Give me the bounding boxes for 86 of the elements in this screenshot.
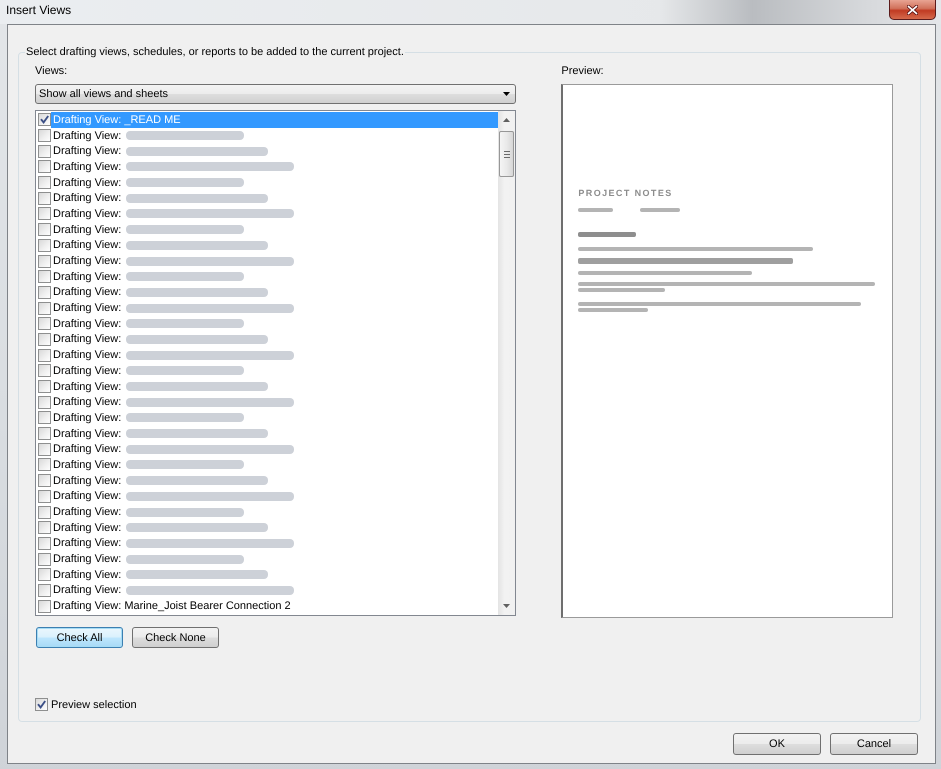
checkbox[interactable] xyxy=(38,521,51,534)
checkbox[interactable] xyxy=(38,176,51,190)
checkbox[interactable] xyxy=(38,144,51,158)
checkbox[interactable] xyxy=(38,568,51,582)
cancel-button[interactable]: Cancel xyxy=(830,733,918,755)
list-item[interactable]: Drafting View: xyxy=(51,410,246,426)
window-title: Insert Views xyxy=(6,2,72,19)
list-item[interactable]: Drafting View: xyxy=(51,472,270,488)
checkbox[interactable] xyxy=(38,506,51,519)
checkbox[interactable] xyxy=(38,317,51,330)
checkbox[interactable] xyxy=(38,270,51,284)
preview-label: Preview: xyxy=(561,64,604,78)
views-filter-dropdown[interactable]: Show all views and sheets xyxy=(35,84,516,104)
checkbox[interactable] xyxy=(38,490,51,503)
list-item[interactable]: Drafting View: xyxy=(51,488,296,504)
list-item[interactable]: Drafting View: xyxy=(51,566,270,583)
list-item[interactable]: Drafting View: xyxy=(51,206,296,222)
checkbox[interactable] xyxy=(38,129,51,142)
list-item[interactable]: Drafting View: Marine_Joist Bearer Connection 2 xyxy=(51,598,293,614)
blurred-text-line xyxy=(578,208,614,212)
checkbox[interactable] xyxy=(38,536,51,550)
up-arrow-icon[interactable] xyxy=(503,118,510,122)
checkbox[interactable] xyxy=(38,396,51,409)
down-arrow-icon[interactable] xyxy=(503,604,510,608)
checkbox[interactable] xyxy=(38,427,51,440)
blurred-heading xyxy=(578,232,636,237)
list-item[interactable]: Drafting View: xyxy=(51,504,246,520)
list-item[interactable]: Drafting View: xyxy=(51,253,296,269)
scrollbar-thumb[interactable] xyxy=(499,131,514,177)
list-item[interactable]: Drafting View: xyxy=(51,268,246,285)
checkbox[interactable] xyxy=(38,302,51,315)
check-button[interactable]: Check All xyxy=(36,627,123,648)
list-item[interactable]: Drafting View: xyxy=(51,159,296,175)
list-item[interactable]: Drafting View: xyxy=(51,426,270,442)
list-item[interactable]: Drafting View: xyxy=(51,441,296,458)
check-button[interactable]: Check None xyxy=(132,627,219,648)
checkbox[interactable] xyxy=(35,698,48,711)
blurred-text-line xyxy=(640,208,680,212)
list-item[interactable]: Drafting View: xyxy=(51,363,246,379)
scrollbar[interactable] xyxy=(498,111,516,615)
list-item[interactable]: Drafting View: xyxy=(51,190,270,206)
checkbox[interactable] xyxy=(38,254,51,268)
checkbox[interactable] xyxy=(38,238,51,252)
checkbox[interactable] xyxy=(38,584,51,597)
checkbox[interactable] xyxy=(38,160,51,174)
checkbox[interactable] xyxy=(38,474,51,488)
list-item[interactable]: Drafting View: xyxy=(51,128,246,144)
list-item[interactable]: Drafting View: xyxy=(51,536,296,552)
checkbox[interactable] xyxy=(38,286,51,299)
checkbox[interactable] xyxy=(38,380,51,394)
checkbox[interactable] xyxy=(38,113,51,126)
list-item[interactable]: Drafting View: xyxy=(51,457,246,473)
checkbox[interactable] xyxy=(38,192,51,205)
checkbox[interactable] xyxy=(38,600,51,613)
list-item[interactable]: Drafting View: xyxy=(51,582,296,598)
list-item[interactable]: Drafting View: xyxy=(51,520,270,536)
close-icon[interactable] xyxy=(907,4,918,14)
list-item[interactable]: Drafting View: xyxy=(51,174,246,190)
ok-button[interactable]: OK xyxy=(733,733,821,755)
checkbox[interactable] xyxy=(38,348,51,362)
checkbox[interactable] xyxy=(38,332,51,346)
list-item[interactable]: Drafting View: xyxy=(51,347,296,363)
list-item[interactable]: Drafting View: xyxy=(51,284,270,300)
group-caption: Select drafting views, schedules, or reports to be added to the current project. xyxy=(25,46,405,58)
blurred-text-line xyxy=(578,308,648,312)
list-item[interactable]: Drafting View: xyxy=(51,143,270,160)
list-item[interactable]: Drafting View: xyxy=(51,222,246,238)
checkbox[interactable] xyxy=(38,552,51,566)
list-item[interactable]: Drafting View: xyxy=(51,238,270,254)
checkbox-label[interactable]: Preview selection xyxy=(51,698,137,712)
list-item[interactable]: Drafting View: xyxy=(51,332,270,348)
list-item[interactable]: Drafting View: xyxy=(51,378,270,394)
checkbox[interactable] xyxy=(38,458,51,472)
checkbox[interactable] xyxy=(38,411,51,424)
list-item[interactable]: Drafting View: xyxy=(51,316,246,332)
checkbox[interactable] xyxy=(38,207,51,220)
list-item[interactable]: Drafting View: xyxy=(51,300,296,316)
list-item[interactable]: Drafting View: xyxy=(51,394,296,410)
checkbox[interactable] xyxy=(38,223,51,236)
caret-icon[interactable] xyxy=(503,92,510,96)
checkbox[interactable] xyxy=(38,442,51,456)
checkbox[interactable] xyxy=(38,364,51,378)
close-button[interactable] xyxy=(889,0,936,20)
document-title: PROJECT NOTES xyxy=(578,188,673,198)
list-item[interactable]: Drafting View: xyxy=(51,551,246,567)
views-label: Views: xyxy=(35,64,68,78)
